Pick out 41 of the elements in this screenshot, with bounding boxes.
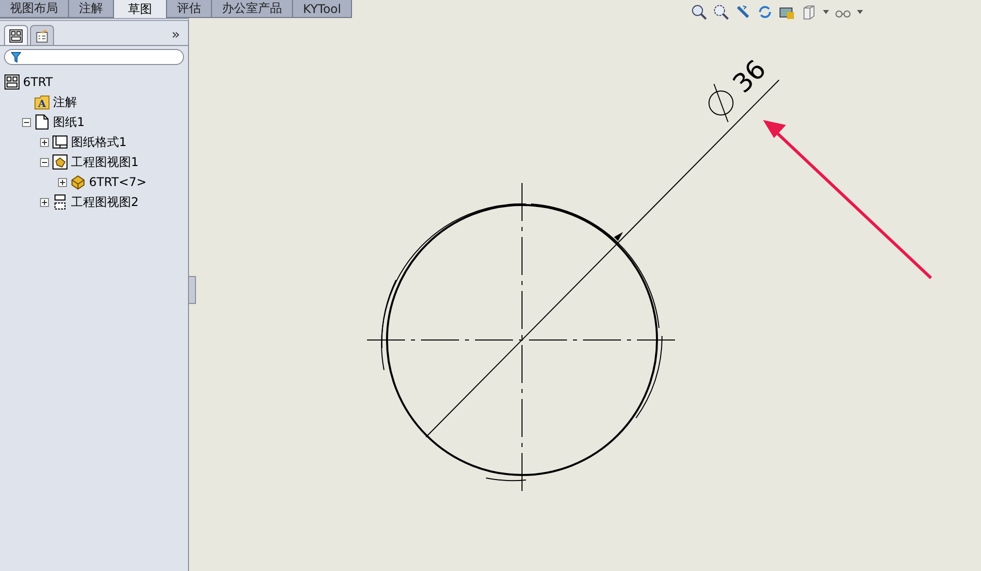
collapse-toggle[interactable] xyxy=(40,158,49,166)
folder-letter-icon: A xyxy=(34,94,50,110)
command-tab[interactable]: 办公室产品 xyxy=(212,0,293,18)
tree-item[interactable]: 6TRT xyxy=(23,75,53,89)
splitter-handle[interactable] xyxy=(188,276,196,304)
drawing-icon xyxy=(4,74,20,90)
command-tab[interactable]: KYTool xyxy=(293,0,352,18)
filter-field[interactable] xyxy=(4,49,184,65)
tree-item[interactable]: 工程图视图1 xyxy=(71,154,139,170)
zoom-icon[interactable] xyxy=(713,4,729,20)
drawing-view-icon xyxy=(52,194,68,210)
expand-toggle[interactable] xyxy=(40,138,49,146)
expand-toggle[interactable] xyxy=(58,178,67,186)
caret-icon[interactable] xyxy=(823,10,829,14)
dimension-text: 36 xyxy=(728,54,772,100)
panel-tab[interactable] xyxy=(4,25,28,45)
command-tab[interactable]: 视图布局 xyxy=(0,0,69,18)
tree-item[interactable]: 6TRT<7> xyxy=(89,175,147,189)
diameter-icon xyxy=(708,84,734,122)
panel-tab[interactable] xyxy=(30,25,54,45)
part-icon xyxy=(70,174,86,190)
command-tab[interactable]: 注解 xyxy=(69,0,114,18)
cube-icon[interactable] xyxy=(801,4,817,20)
caret-icon[interactable] xyxy=(857,10,863,14)
expand-toggle[interactable] xyxy=(40,198,49,206)
command-tab[interactable]: 草图 xyxy=(114,0,167,20)
sheet-format-icon xyxy=(52,134,68,150)
refresh-icon[interactable] xyxy=(757,4,773,20)
zoom-icon[interactable] xyxy=(691,4,707,20)
expand-panel-button[interactable]: » xyxy=(172,27,184,43)
tree-item[interactable]: 注解 xyxy=(53,94,77,110)
tree-item[interactable]: 图纸1 xyxy=(53,114,85,130)
drawing-view-icon xyxy=(52,154,68,170)
properties-icon xyxy=(35,28,49,42)
tree-icon xyxy=(9,28,23,42)
collapse-toggle[interactable] xyxy=(22,118,31,126)
command-tab[interactable]: 评估 xyxy=(167,0,212,18)
sheet-icon xyxy=(34,114,50,130)
filter-icon xyxy=(11,52,21,62)
tree-item[interactable]: 工程图视图2 xyxy=(71,194,139,210)
tree-item[interactable]: 图纸格式1 xyxy=(71,134,127,150)
